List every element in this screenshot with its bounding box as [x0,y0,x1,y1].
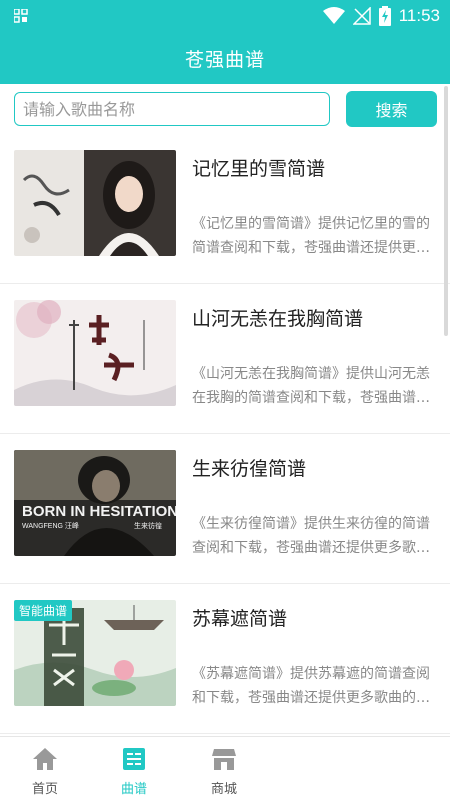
song-thumbnail[interactable] [14,150,176,256]
search-input[interactable] [14,92,330,126]
song-title: 记忆里的雪简谱 [192,158,326,180]
battery-charging-icon [378,6,391,26]
no-signal-icon [352,7,371,25]
song-description: 《生来彷徨简谱》提供生来彷徨的简谱查阅和下载，苍强曲谱还提供更多歌曲的简谱。 [192,516,430,556]
song-description: 《山河无恙在我胸简谱》提供山河无恙在我胸的简谱查阅和下载，苍强曲谱还提供更多歌曲… [192,366,430,406]
cover-subtitle: 生来彷徨 [134,521,162,530]
score-icon [123,748,145,770]
search-button[interactable]: 搜索 [346,91,437,127]
smart-score-badge: 智能曲谱 [14,600,73,621]
cover-title: BORN IN HESITATION [22,503,176,520]
status-bar: 11:53 [0,0,450,32]
nav-item-home[interactable]: 首页 [10,737,80,800]
song-description: 《记忆里的雪简谱》提供记忆里的雪的简谱查阅和下载，苍强曲谱还提供更多歌曲的简谱。 [192,216,430,256]
song-list[interactable]: 记忆里的雪简谱 《记忆里的雪简谱》提供记忆里的雪的简谱查阅和下载，苍强曲谱还提供… [0,134,450,734]
nav-label: 曲谱 [120,782,147,797]
song-list-item[interactable]: BORN IN HESITATION WANGFENG 汪峰 生来彷徨 生来彷徨… [0,434,450,584]
app-grid-icon [14,9,28,23]
nav-label: 商城 [210,782,237,797]
song-title: 苏幕遮简谱 [192,608,288,630]
bottom-nav: 首页 曲谱 商城 [0,736,450,800]
app-header: 苍强曲谱 [0,32,450,84]
cover-artist: WANGFENG 汪峰 [22,521,79,530]
nav-item-score[interactable]: 曲谱 [99,737,169,800]
song-thumbnail[interactable] [14,300,176,406]
song-list-item[interactable]: 智能曲谱 苏幕遮简谱 《苏幕遮简谱》提供苏幕遮的简谱查阅和下载，苍强曲谱还提供更… [0,584,450,734]
song-title: 山河无恙在我胸简谱 [192,308,364,330]
search-bar: 搜索 [0,84,450,134]
nav-item-store[interactable]: 商城 [189,737,259,800]
store-icon [212,749,236,770]
song-list-item[interactable]: 山河无恙在我胸简谱 《山河无恙在我胸简谱》提供山河无恙在我胸的简谱查阅和下载，苍… [0,284,450,434]
page-title: 苍强曲谱 [184,48,265,71]
nav-label: 首页 [31,782,58,797]
song-description: 《苏幕遮简谱》提供苏幕遮的简谱查阅和下载，苍强曲谱还提供更多歌曲的简谱。 [192,666,430,706]
home-icon [33,748,57,770]
song-list-item[interactable]: 记忆里的雪简谱 《记忆里的雪简谱》提供记忆里的雪的简谱查阅和下载，苍强曲谱还提供… [0,134,450,284]
scrollbar-thumb[interactable] [444,86,448,336]
clock: 11:53 [398,6,440,25]
wifi-icon [322,7,345,24]
song-thumbnail[interactable]: BORN IN HESITATION WANGFENG 汪峰 生来彷徨 [14,450,176,556]
song-title: 生来彷徨简谱 [192,458,307,480]
